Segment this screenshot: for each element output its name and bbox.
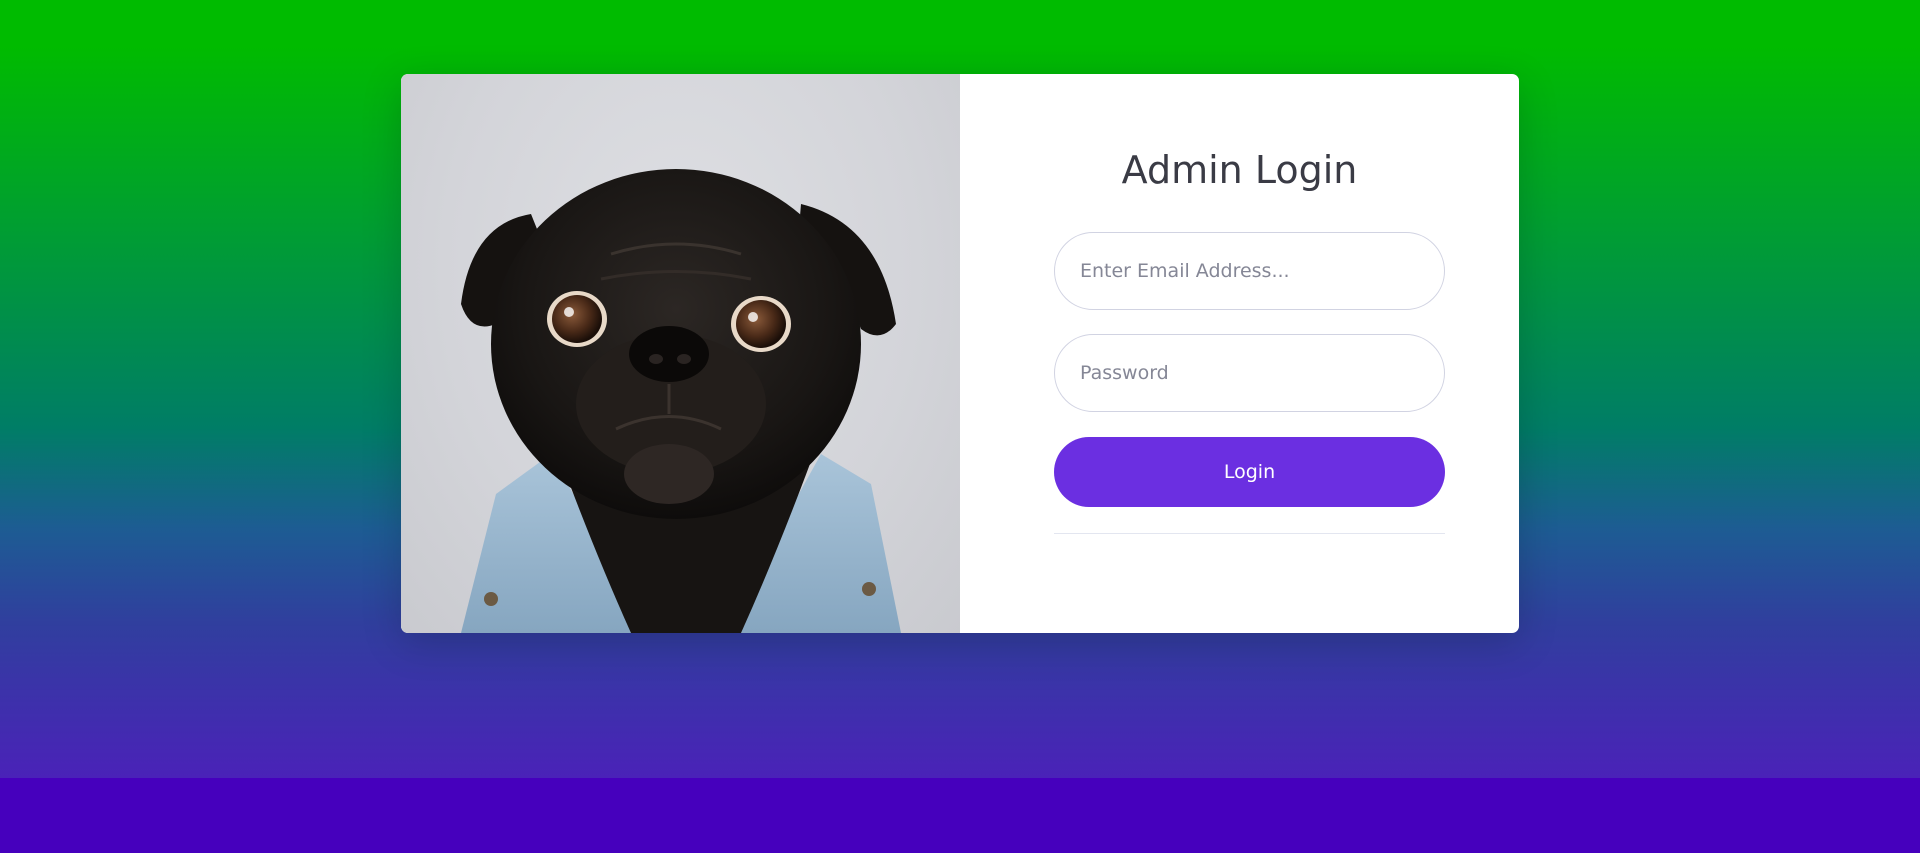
login-card: Admin Login Login: [401, 74, 1519, 633]
pug-photo-illustration: [461, 169, 901, 633]
form-divider: [1054, 533, 1445, 534]
login-form-panel: Admin Login Login: [960, 74, 1519, 633]
password-field[interactable]: [1054, 334, 1445, 412]
background-footer-band: [0, 778, 1920, 853]
login-button[interactable]: Login: [1054, 437, 1445, 507]
email-field[interactable]: [1054, 232, 1445, 310]
login-image: [401, 74, 960, 633]
page-title: Admin Login: [1121, 148, 1358, 192]
